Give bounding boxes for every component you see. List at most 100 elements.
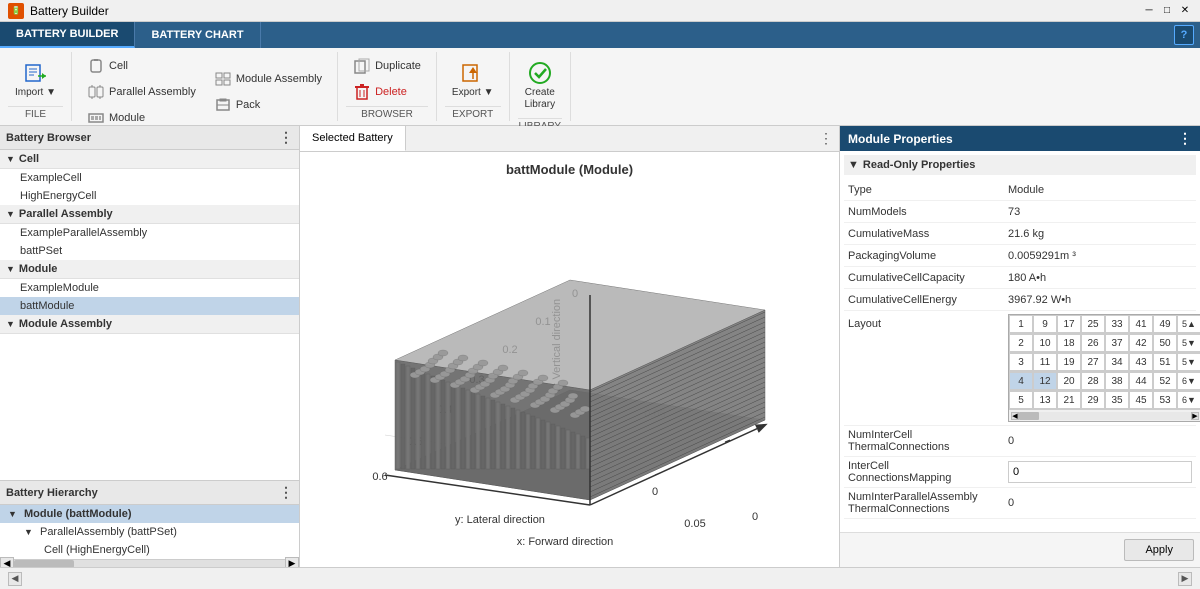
hierarchy-item-module[interactable]: ▼ Module (battModule) [0, 505, 299, 523]
tab-battery-builder[interactable]: BATTERY BUILDER [0, 22, 135, 48]
duplicate-button[interactable]: Duplicate [346, 54, 428, 78]
grid-cell-4-3[interactable]: 20 [1057, 372, 1081, 390]
grid-cell-2-5[interactable]: 37 [1105, 334, 1129, 352]
maximize-button[interactable]: □ [1160, 4, 1174, 18]
module-properties-menu[interactable]: ⋮ [1178, 130, 1192, 147]
scroll-left-arrow[interactable]: ◀ [0, 557, 14, 568]
grid-cell-3-scroll[interactable]: 5▼ [1177, 353, 1200, 371]
grid-cell-2-2[interactable]: 10 [1033, 334, 1057, 352]
prop-cumulative-mass-value: 21.6 kg [1008, 228, 1192, 240]
grid-cell-2-1[interactable]: 2 [1009, 334, 1033, 352]
battery-browser-title: Battery Browser [6, 132, 91, 144]
grid-cell-5-6[interactable]: 45 [1129, 391, 1153, 409]
grid-cell-1-6[interactable]: 41 [1129, 315, 1153, 333]
grid-cell-4-4[interactable]: 28 [1081, 372, 1105, 390]
grid-scroll-left[interactable]: ◀ [1011, 412, 1019, 420]
prop-packaging-volume-label: PackagingVolume [848, 250, 1008, 262]
battery-browser-menu[interactable]: ⋮ [279, 129, 293, 146]
center-tab-menu[interactable]: ⋮ [819, 130, 833, 147]
tree-item-batt-pset[interactable]: battPSet [0, 242, 299, 260]
hierarchy-item-cell[interactable]: Cell (HighEnergyCell) [0, 541, 299, 559]
create-module-assembly-button[interactable]: Module Assembly [207, 67, 329, 91]
apply-button[interactable]: Apply [1124, 539, 1194, 561]
grid-cell-4-scroll[interactable]: 6▼ [1177, 372, 1200, 390]
grid-cell-3-2[interactable]: 11 [1033, 353, 1057, 371]
main-layout: Battery Browser ⋮ ▼ Cell ExampleCell Hig… [0, 126, 1200, 567]
grid-cell-4-6[interactable]: 44 [1129, 372, 1153, 390]
status-scroll-right[interactable]: ▶ [1178, 572, 1192, 586]
status-arrow-left[interactable]: ◀ [8, 572, 22, 586]
grid-cell-1-2[interactable]: 9 [1033, 315, 1057, 333]
left-panel-scrollbar[interactable]: ◀ ▶ [0, 559, 299, 567]
status-scroll-left[interactable]: ◀ [8, 572, 22, 586]
center-tab-bar: Selected Battery ⋮ [300, 126, 839, 152]
tree-section-cell-header[interactable]: ▼ Cell [0, 150, 299, 169]
grid-cell-1-scroll[interactable]: 5▲ [1177, 315, 1200, 333]
grid-cell-3-6[interactable]: 43 [1129, 353, 1153, 371]
grid-cell-5-5[interactable]: 35 [1105, 391, 1129, 409]
grid-scroll-right[interactable]: ▶ [1191, 412, 1199, 420]
grid-cell-1-1[interactable]: 1 [1009, 315, 1033, 333]
tree-item-high-energy-cell[interactable]: HighEnergyCell [0, 187, 299, 205]
import-button[interactable]: Import ▼ [8, 54, 63, 104]
module-hierarchy-arrow: ▼ [8, 509, 17, 519]
grid-cell-3-4[interactable]: 27 [1081, 353, 1105, 371]
scroll-right-arrow[interactable]: ▶ [285, 557, 299, 568]
tree-item-example-parallel[interactable]: ExampleParallelAssembly [0, 224, 299, 242]
tree-section-module-assembly-header[interactable]: ▼ Module Assembly [0, 315, 299, 334]
grid-cell-5-7[interactable]: 53 [1153, 391, 1177, 409]
tree-section-module-header[interactable]: ▼ Module [0, 260, 299, 279]
grid-cell-2-3[interactable]: 18 [1057, 334, 1081, 352]
grid-cell-3-3[interactable]: 19 [1057, 353, 1081, 371]
grid-cell-4-5[interactable]: 38 [1105, 372, 1129, 390]
module-section-arrow: ▼ [6, 264, 15, 274]
import-icon [22, 59, 50, 87]
grid-cell-5-1[interactable]: 5 [1009, 391, 1033, 409]
create-library-button[interactable]: CreateLibrary [518, 54, 563, 116]
hierarchy-item-parallel[interactable]: ▼ ParallelAssembly (battPSet) [0, 523, 299, 541]
tree-item-example-cell[interactable]: ExampleCell [0, 169, 299, 187]
grid-cell-1-4[interactable]: 25 [1081, 315, 1105, 333]
grid-cell-2-scroll[interactable]: 5▼ [1177, 334, 1200, 352]
battery-hierarchy-tree: ▼ Module (battModule) ▼ ParallelAssembly… [0, 505, 299, 559]
tab-battery-chart[interactable]: BATTERY CHART [135, 22, 260, 48]
left-panel-hscroll[interactable] [14, 560, 285, 568]
grid-cell-3-1[interactable]: 3 [1009, 353, 1033, 371]
grid-cell-1-5[interactable]: 33 [1105, 315, 1129, 333]
delete-button[interactable]: Delete [346, 80, 428, 104]
grid-cell-4-7[interactable]: 52 [1153, 372, 1177, 390]
tree-item-batt-module[interactable]: battModule [0, 297, 299, 315]
grid-cell-2-6[interactable]: 42 [1129, 334, 1153, 352]
create-parallel-button[interactable]: Parallel Assembly [80, 80, 203, 104]
export-button[interactable]: Export ▼ [445, 54, 501, 104]
tree-section-parallel-header[interactable]: ▼ Parallel Assembly [0, 205, 299, 224]
prop-intercell-mapping-value[interactable]: 0 [1008, 461, 1192, 483]
create-pack-button[interactable]: Pack [207, 93, 329, 117]
grid-cell-1-7[interactable]: 49 [1153, 315, 1177, 333]
minimize-button[interactable]: ─ [1142, 4, 1156, 18]
grid-cell-5-scroll[interactable]: 6▼ [1177, 391, 1200, 409]
grid-scroll-track[interactable] [1019, 412, 1191, 420]
grid-hscroll[interactable]: ◀ ▶ [1009, 409, 1200, 421]
center-tab-selected-battery[interactable]: Selected Battery [300, 126, 406, 151]
grid-cell-5-3[interactable]: 21 [1057, 391, 1081, 409]
grid-cell-2-7[interactable]: 50 [1153, 334, 1177, 352]
ribbon-export-content: Export ▼ [445, 54, 501, 104]
grid-cell-5-2[interactable]: 13 [1033, 391, 1057, 409]
grid-cell-4-2[interactable]: 12 [1033, 372, 1057, 390]
title-bar-controls[interactable]: ─ □ ✕ [1142, 4, 1192, 18]
grid-cell-1-3[interactable]: 17 [1057, 315, 1081, 333]
battery-hierarchy-menu[interactable]: ⋮ [279, 484, 293, 501]
help-button[interactable]: ? [1174, 25, 1194, 45]
grid-cell-4-1[interactable]: 4 [1009, 372, 1033, 390]
grid-cell-2-4[interactable]: 26 [1081, 334, 1105, 352]
create-cell-label: Cell [109, 60, 128, 72]
grid-cell-3-7[interactable]: 51 [1153, 353, 1177, 371]
grid-cell-3-5[interactable]: 34 [1105, 353, 1129, 371]
grid-cell-5-4[interactable]: 29 [1081, 391, 1105, 409]
status-arrow-right[interactable]: ▶ [1178, 572, 1192, 586]
close-button[interactable]: ✕ [1178, 4, 1192, 18]
prop-row-cell-capacity: CumulativeCellCapacity 180 A•h [844, 267, 1196, 289]
create-cell-button[interactable]: Cell [80, 54, 203, 78]
tree-item-example-module[interactable]: ExampleModule [0, 279, 299, 297]
